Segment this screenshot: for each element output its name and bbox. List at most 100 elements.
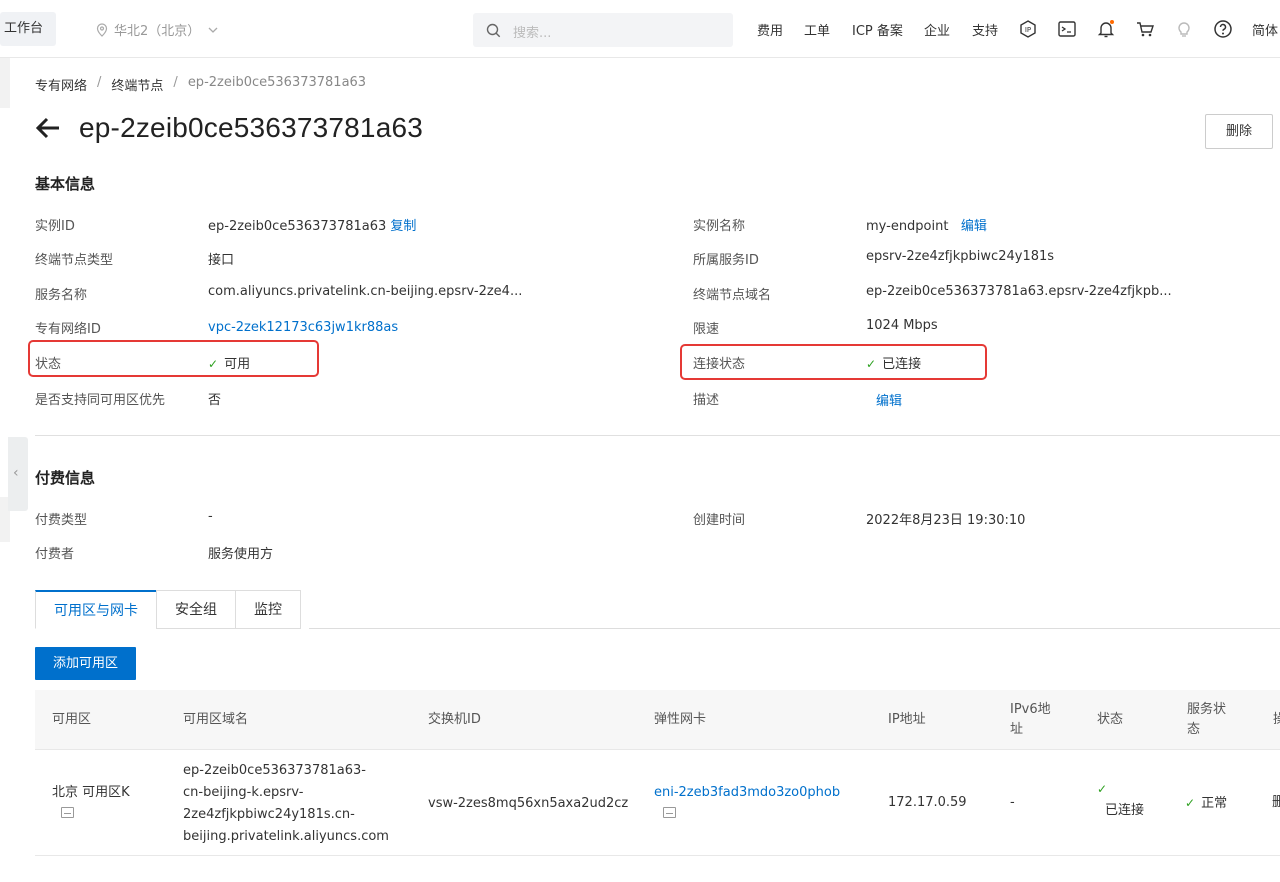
check-icon: ✓ (1185, 796, 1196, 810)
nav-enterprise[interactable]: 企业 (924, 20, 950, 39)
zone-detail-icon[interactable] (52, 804, 130, 826)
delete-button[interactable]: 删除 (1205, 114, 1273, 149)
tab-monitoring[interactable]: 监控 (235, 590, 301, 629)
payer-value: 服务使用方 (208, 547, 274, 562)
vpc-id-link[interactable]: vpc-2zek12173c63jw1kr88as (208, 320, 398, 335)
region-selector[interactable]: 华北2（北京） (96, 20, 220, 39)
instance-name-value: my-endpoint 编辑 (866, 215, 987, 234)
search-input[interactable]: 搜索... (473, 13, 733, 47)
add-zone-button[interactable]: 添加可用区 (35, 647, 136, 680)
ip-icon[interactable]: IP (1018, 19, 1038, 39)
eni-link[interactable]: eni-2zeb3fad3mdo3zo0phob (654, 782, 840, 804)
ip-address-cell: 172.17.0.59 (888, 795, 967, 810)
tab-security-group[interactable]: 安全组 (156, 590, 236, 629)
nav-billing[interactable]: 费用 (757, 20, 783, 39)
check-icon: ✓ (208, 357, 219, 371)
edit-description-link[interactable]: 编辑 (876, 390, 902, 409)
zone-name: 北京 可用区K (52, 785, 130, 800)
search-icon (486, 23, 501, 38)
table-row: 北京 可用区K ep-2zeib0ce536373781a63- cn-beij… (35, 750, 1280, 856)
detail-tabs: 可用区与网卡 安全组 监控 (35, 590, 301, 629)
basic-info-heading: 基本信息 (35, 175, 96, 193)
chevron-left-icon: ‹ (13, 465, 19, 481)
left-strip (0, 58, 10, 108)
column-header: IP地址 (888, 712, 926, 727)
instance-name-label: 实例名称 (693, 219, 746, 234)
rate-limit-label: 限速 (693, 322, 720, 337)
instance-id-text: ep-2zeib0ce536373781a63 (208, 219, 387, 234)
zone-domain-line: ep-2zeib0ce536373781a63- (183, 763, 366, 778)
breadcrumb: 专有网络 / 终端节点 / ep-2zeib0ce536373781a63 (35, 75, 366, 94)
page-header: ep-2zeib0ce536373781a63 (35, 112, 423, 144)
lightbulb-icon[interactable] (1174, 19, 1194, 39)
rate-limit-value: 1024 Mbps (866, 318, 938, 333)
eni-detail-icon[interactable] (654, 804, 840, 826)
nav-icp[interactable]: ICP 备案 (852, 20, 903, 39)
page-title: ep-2zeib0ce536373781a63 (79, 112, 424, 143)
column-header: 可用区域名 (183, 712, 249, 727)
breadcrumb-vpc[interactable]: 专有网络 (35, 75, 87, 94)
copy-link[interactable]: 复制 (390, 219, 416, 234)
terminal-icon[interactable] (1057, 19, 1077, 39)
created-time-label: 创建时间 (693, 513, 746, 528)
tab-zones-eni[interactable]: 可用区与网卡 (35, 590, 157, 629)
section-divider (35, 435, 1280, 436)
service-name-value: com.aliyuncs.privatelink.cn-beijing.epsr… (208, 284, 523, 299)
zone-domain-cell: ep-2zeib0ce536373781a63- cn-beijing-k.ep… (183, 760, 413, 848)
connection-status-value: ✓ 已连接 (866, 353, 921, 372)
breadcrumb-current: ep-2zeib0ce536373781a63 (187, 75, 367, 90)
instance-id-label: 实例ID (35, 219, 75, 234)
instance-name-text: my-endpoint (866, 219, 949, 234)
connection-status-text: 已连接 (882, 357, 922, 372)
column-header: 操 (1273, 712, 1280, 727)
status-value: ✓ 可用 (208, 353, 250, 372)
service-status-cell: ✓ 正常 (1185, 792, 1227, 815)
column-header: 弹性网卡 (654, 712, 707, 727)
cart-icon[interactable] (1135, 19, 1155, 39)
endpoint-type-label: 终端节点类型 (35, 253, 114, 268)
endpoint-domain-value: ep-2zeib0ce536373781a63.epsrv-2ze4zfjkpb… (866, 284, 1172, 299)
breadcrumb-separator: / (97, 75, 102, 90)
connection-status-label: 连接状态 (693, 357, 746, 372)
column-header: 可用区 (52, 712, 92, 727)
status-text: 可用 (224, 357, 251, 372)
service-name-label: 服务名称 (35, 288, 88, 303)
ipv6-cell: - (1010, 795, 1015, 810)
created-time-value: 2022年8月23日 19:30:10 (866, 513, 1026, 528)
billing-type-label: 付费类型 (35, 513, 88, 528)
nav-tickets[interactable]: 工单 (804, 20, 830, 39)
row-status-text: 已连接 (1105, 803, 1145, 818)
billing-type-value: - (208, 509, 213, 524)
top-bar: 工作台 华北2（北京） 搜索... 费用 工单 ICP 备案 企业 支持 IP … (0, 0, 1280, 58)
edit-name-link[interactable]: 编辑 (961, 219, 987, 234)
back-arrow-icon[interactable] (35, 117, 61, 139)
description-label: 描述 (693, 393, 720, 408)
nav-support[interactable]: 支持 (972, 20, 998, 39)
vpc-id-label: 专有网络ID (35, 322, 101, 337)
breadcrumb-endpoints[interactable]: 终端节点 (111, 75, 163, 94)
column-header: 状态 (1097, 712, 1124, 727)
service-id-value: epsrv-2ze4zfjkpbiwc24y181s (866, 249, 1055, 264)
zone-cell: 北京 可用区K (52, 782, 130, 826)
location-pin-icon (96, 22, 108, 37)
zone-domain-line: 2ze4zfjkpbiwc24y181s.cn- (183, 807, 355, 822)
status-highlight-box (28, 340, 319, 377)
service-id-label: 所属服务ID (693, 253, 759, 268)
vswitch-link[interactable]: vsw-2zes8mq56xn5axa2ud2cz (428, 793, 628, 815)
instance-id-value: ep-2zeib0ce536373781a63 复制 (208, 215, 416, 234)
column-header: 交换机ID (428, 712, 481, 727)
svg-text:IP: IP (1025, 26, 1031, 34)
delete-row-link[interactable]: 删 (1272, 792, 1280, 814)
workbench-button[interactable]: 工作台 (0, 12, 56, 46)
zone-domain-line: beijing.privatelink.aliyuncs.com (183, 829, 389, 844)
column-header: 服务状态 (1187, 702, 1227, 737)
help-icon[interactable] (1213, 19, 1233, 39)
sidebar-collapse-toggle[interactable]: ‹ (8, 437, 28, 511)
language-switch[interactable]: 简体 (1252, 20, 1278, 39)
tabs-underline (309, 628, 1280, 629)
endpoint-domain-label: 终端节点域名 (693, 288, 772, 303)
status-label: 状态 (35, 357, 62, 372)
bell-icon[interactable] (1096, 19, 1116, 39)
zone-domain-line: cn-beijing-k.epsrv- (183, 785, 304, 800)
same-zone-priority-value: 否 (208, 393, 222, 408)
